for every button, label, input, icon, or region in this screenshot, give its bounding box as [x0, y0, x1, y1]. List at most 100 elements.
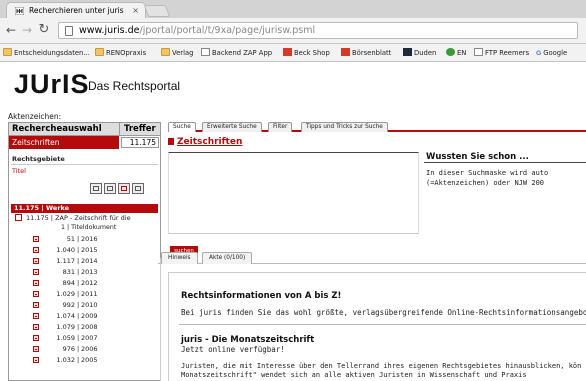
expand-icon[interactable] — [33, 335, 39, 341]
year-row[interactable]: 1.029 | 2011 — [11, 289, 158, 299]
tab-erweiterte-suche[interactable]: Erweiterte Suche — [202, 122, 262, 132]
bookmark-label: RENOpraxis — [106, 49, 147, 57]
year-count: 976 — [62, 345, 75, 353]
bookmark-renopraxis[interactable]: RENOpraxis — [95, 47, 146, 59]
bookmark-boersenblatt[interactable]: Börsenblatt — [341, 47, 391, 59]
duden-icon — [403, 48, 412, 56]
tab-close-icon[interactable]: × — [132, 3, 139, 18]
info-icon[interactable] — [132, 183, 144, 194]
collapse-all-icon[interactable] — [104, 183, 116, 194]
url-text[interactable]: www.juris.de/jportal/portal/t/9xa/page/j… — [79, 24, 315, 38]
year-row[interactable]: 1.032 | 2005 — [11, 355, 158, 365]
magazine-text-line-1: Juristen, die mit Interesse über den Tel… — [181, 362, 582, 370]
expand-icon[interactable] — [33, 302, 39, 308]
bookmark-label: Beck Shop — [294, 49, 330, 57]
info-tabs: Hinweis Akte (0/100) — [158, 251, 586, 264]
year-row[interactable]: 51 | 2016 — [11, 234, 158, 244]
year-count: 1.079 — [56, 323, 75, 331]
expand-icon[interactable] — [33, 291, 39, 297]
expand-icon[interactable] — [33, 236, 39, 242]
expand-icon[interactable] — [33, 324, 39, 330]
year-row[interactable]: 1.074 | 2009 — [11, 311, 158, 321]
collapse-icon[interactable] — [15, 214, 22, 221]
tip-heading: Wussten Sie schon ... — [426, 152, 529, 162]
magazine-subtext: Jetzt online verfügbar! — [181, 345, 285, 354]
search-heading[interactable]: Zeitschriften — [168, 137, 242, 149]
close-selection-icon[interactable] — [118, 183, 130, 194]
address-bar[interactable]: www.juris.de/jportal/portal/t/9xa/page/j… — [58, 22, 578, 39]
expand-icon[interactable] — [33, 357, 39, 363]
tab-akte[interactable]: Akte (0/100) — [202, 252, 253, 264]
folder-icon — [95, 48, 104, 56]
magazine-text-line-2: Monatszeitschrift" wendet sich an alle a… — [181, 371, 527, 379]
year-label: 2013 — [81, 268, 98, 276]
year-row[interactable]: 831 | 2013 — [11, 267, 158, 277]
titeldokument-row[interactable]: 1 | Titeldokument — [11, 223, 158, 232]
werke-row[interactable]: 11.175 | Werke — [11, 204, 158, 213]
bookmark-verlag[interactable]: Verlag — [161, 47, 193, 59]
bookmark-backend-zap-app[interactable]: Backend ZAP App — [201, 47, 272, 59]
browser-toolbar: ← → ↻ www.juris.de/jportal/portal/t/9xa/… — [0, 18, 586, 44]
year-label: 2015 — [81, 246, 98, 254]
info-heading: Rechtsinformationen von A bis Z! — [181, 291, 342, 301]
tab-suche[interactable]: Suche — [168, 122, 196, 132]
year-count: 831 — [62, 268, 75, 276]
bookmark-label: Börsenblatt — [352, 49, 392, 57]
year-label: 2016 — [81, 235, 98, 243]
zap-row[interactable]: 11.175 | ZAP - Zeitschrift für die — [11, 213, 158, 223]
titel-link[interactable]: Titel — [12, 167, 26, 175]
browser-tab[interactable]: Recherchieren unter juris × — [6, 2, 146, 18]
tab-title: Recherchieren unter juris — [29, 6, 124, 15]
tab-tipps[interactable]: Tipps und Tricks zur Suche — [301, 122, 388, 132]
logo-word: JUrIS — [14, 69, 90, 99]
year-row[interactable]: 1.040 | 2015 — [11, 245, 158, 255]
year-label: 2014 — [81, 257, 98, 265]
bookmark-label: FTP Reemers — [485, 49, 530, 57]
forward-arrow-icon[interactable]: → — [20, 23, 34, 37]
browser-chrome: Recherchieren unter juris × ← → ↻ www.ju… — [0, 0, 586, 62]
expand-icon[interactable] — [33, 269, 39, 275]
year-label: 2005 — [81, 356, 98, 364]
expand-icon[interactable] — [33, 247, 39, 253]
reload-icon[interactable]: ↻ — [37, 23, 51, 37]
year-row[interactable]: 894 | 2012 — [11, 278, 158, 288]
new-tab-button[interactable] — [143, 5, 171, 17]
beck-icon — [283, 48, 292, 56]
expand-icon[interactable] — [33, 258, 39, 264]
bookmarks-bar: Entscheidungsdaten... RENOpraxis Verlag … — [0, 44, 586, 62]
year-count: 51 — [66, 235, 75, 243]
bookmark-en[interactable]: EN — [446, 47, 466, 59]
year-label: 2009 — [81, 312, 98, 320]
bookmark-google[interactable]: G Google — [536, 47, 567, 59]
page-info-icon[interactable] — [65, 26, 73, 36]
expand-icon[interactable] — [33, 346, 39, 352]
flag-icon — [168, 138, 174, 145]
bookmark-ftp-reemers[interactable]: FTP Reemers — [474, 47, 529, 59]
tab-filter[interactable]: Filter — [268, 122, 293, 132]
expand-all-icon[interactable] — [90, 183, 102, 194]
year-row[interactable]: 976 | 2006 — [11, 344, 158, 354]
tip-divider — [424, 162, 586, 163]
expand-icon[interactable] — [33, 313, 39, 319]
tab-hinweis[interactable]: Hinweis — [161, 252, 198, 264]
boersenblatt-icon — [341, 48, 350, 56]
recherche-header: Rechercheauswahl Treffer — [9, 123, 160, 136]
expand-icon[interactable] — [33, 280, 39, 286]
year-row[interactable]: 992 | 2010 — [11, 300, 158, 310]
zap-label: 11.175 | ZAP - Zeitschrift für die — [26, 214, 131, 222]
year-row[interactable]: 1.117 | 2014 — [11, 256, 158, 266]
bookmark-label: Entscheidungsdaten... — [14, 49, 90, 57]
year-row[interactable]: 1.059 | 2007 — [11, 333, 158, 343]
search-input[interactable] — [168, 152, 419, 234]
year-count: 1.032 — [56, 356, 75, 364]
bookmark-duden[interactable]: Duden — [403, 47, 436, 59]
year-label: 2011 — [81, 290, 98, 298]
info-text: Bei juris finden Sie das wohl größte, ve… — [181, 308, 586, 317]
selected-collection[interactable]: Zeitschriften 11.175 — [9, 136, 160, 149]
year-row[interactable]: 1.079 | 2008 — [11, 322, 158, 332]
bookmark-entscheidungsdaten[interactable]: Entscheidungsdaten... — [3, 47, 90, 59]
bookmark-beck-shop[interactable]: Beck Shop — [283, 47, 330, 59]
back-arrow-icon[interactable]: ← — [4, 23, 18, 37]
recherche-panel: Rechercheauswahl Treffer Zeitschriften 1… — [8, 122, 161, 381]
year-count: 1.029 — [56, 290, 75, 298]
